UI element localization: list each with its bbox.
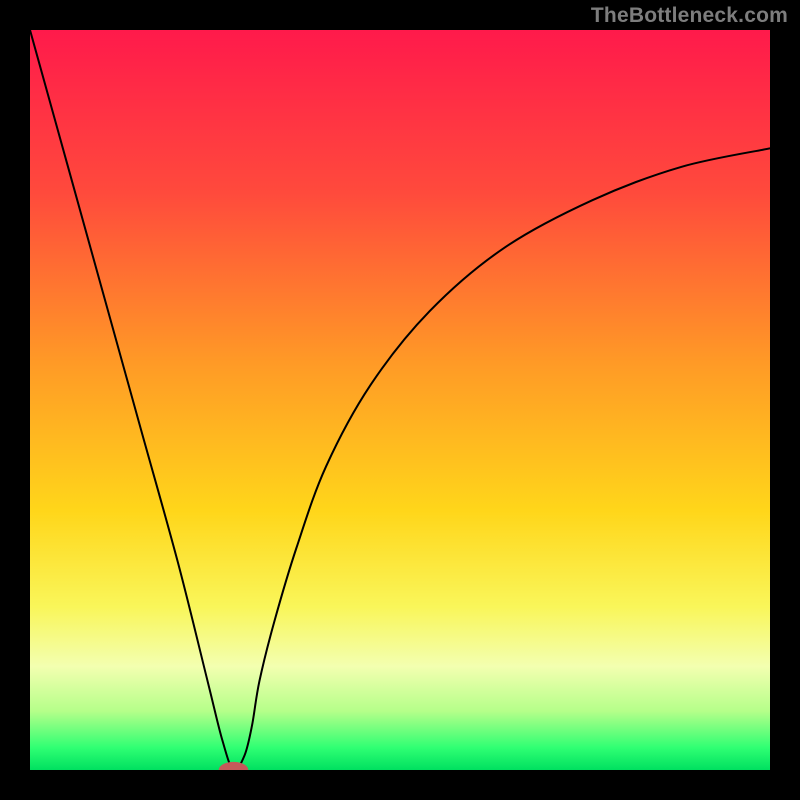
gradient-background	[30, 30, 770, 770]
plot-area	[30, 30, 770, 770]
chart-frame: TheBottleneck.com	[0, 0, 800, 800]
watermark-text: TheBottleneck.com	[591, 4, 788, 28]
chart-svg	[30, 30, 770, 770]
